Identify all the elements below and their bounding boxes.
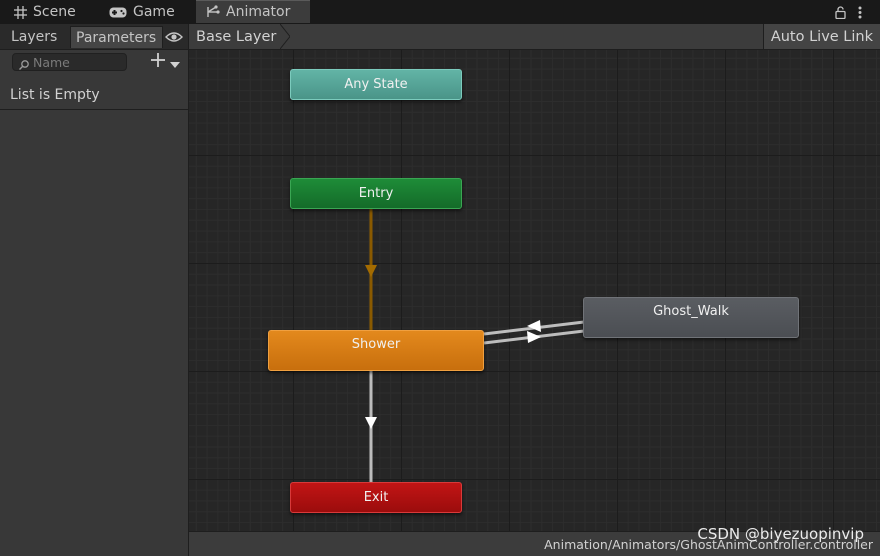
grid-icon [12, 4, 28, 20]
plus-icon [150, 52, 166, 72]
state-ghost-walk[interactable]: Ghost_Walk [583, 297, 799, 338]
auto-live-link-button[interactable]: Auto Live Link [762, 24, 880, 49]
watermark: CSDN @biyezuopinvip [697, 525, 864, 543]
state-shower[interactable]: Shower [268, 330, 484, 371]
divider [0, 109, 188, 110]
more-options-icon[interactable] [858, 2, 862, 22]
parameter-search[interactable] [12, 53, 127, 71]
transition-shower-to-exit[interactable] [365, 371, 377, 482]
breadcrumb-base-layer: Base Layer [196, 28, 277, 45]
tab-game-label: Game [133, 4, 175, 20]
chevron-down-icon [170, 53, 180, 72]
animator-graph[interactable]: Any State Entry Shower Ghost_Walk Exit [189, 50, 880, 531]
transition-entry-to-shower[interactable] [365, 209, 377, 330]
breadcrumb-arrow-icon [280, 24, 291, 49]
tab-game[interactable]: Game [108, 0, 175, 24]
state-any-state-label: Any State [344, 77, 408, 92]
breadcrumb[interactable]: Base Layer [189, 24, 291, 49]
state-ghost-walk-label: Ghost_Walk [653, 304, 729, 319]
transition-links [365, 209, 585, 482]
parameters-panel: Layers Parameters List is Empty [0, 24, 189, 556]
state-any-state[interactable]: Any State [290, 69, 462, 100]
editor-tab-bar: Scene Game Animator [0, 0, 880, 24]
tab-parameters[interactable]: Parameters [70, 26, 163, 48]
lock-icon[interactable] [835, 2, 846, 22]
tab-animator[interactable]: Animator [196, 0, 310, 23]
gamepad-icon [108, 4, 128, 20]
state-entry[interactable]: Entry [290, 178, 462, 209]
tab-layers[interactable]: Layers [6, 26, 62, 48]
tab-layers-label: Layers [11, 29, 58, 45]
graph-toolbar: Base Layer Auto Live Link [189, 24, 880, 50]
search-icon [18, 56, 30, 70]
panel-tabs: Layers Parameters [0, 24, 188, 50]
tab-scene-label: Scene [33, 4, 76, 20]
state-entry-label: Entry [358, 186, 394, 201]
state-exit[interactable]: Exit [290, 482, 462, 513]
animator-icon [205, 4, 221, 20]
state-exit-label: Exit [363, 490, 389, 505]
add-parameter-button[interactable] [150, 53, 185, 71]
empty-list-text: List is Empty [10, 87, 100, 103]
search-input[interactable] [33, 54, 125, 70]
tab-animator-label: Animator [226, 4, 291, 20]
tab-scene[interactable]: Scene [12, 0, 76, 24]
state-shower-label: Shower [351, 337, 401, 352]
tab-parameters-label: Parameters [76, 29, 157, 46]
eye-icon[interactable] [163, 27, 185, 47]
